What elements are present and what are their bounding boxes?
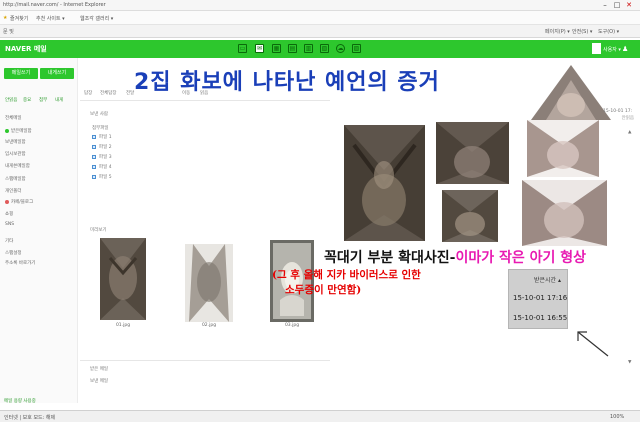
file-item[interactable]: 파일 5 [99,174,112,180]
inbox-icon[interactable]: ✉ [255,44,264,53]
mail-sidebar [0,58,78,403]
scroll-down-icon[interactable]: ▼ [628,360,631,365]
file-checkbox[interactable] [92,155,96,159]
sidebar-item-personal[interactable]: 개인폴더 [5,188,22,194]
sender-label: 보낸 사람 [90,112,108,117]
sidebar-item-spam-settings[interactable]: 스팸설정 [5,250,22,256]
sidebar-item-cafe[interactable]: 카페/블로그 [11,199,33,205]
large-photo [522,180,607,246]
browser-titlebar: http://mail.naver.com/ - Internet Explor… [0,0,640,11]
status-text: 인터넷 | 보호 모드: 해제 [4,415,56,421]
favorites-bar: ★ 즐겨찾기 추천 사이트 ▾ 웹조각 갤러리 ▾ [0,11,640,25]
zoom-level[interactable]: 100% [610,414,624,420]
browser-statusbar: 인터넷 | 보호 모드: 해제 100% [0,410,640,422]
thumbnail-image[interactable] [100,238,146,320]
page-menu[interactable]: 페이지(P) ▾ [545,28,570,35]
favorites-suggested[interactable]: 추천 사이트 ▾ [36,15,65,22]
screenshot-root: http://mail.naver.com/ - Internet Explor… [0,0,640,422]
sidebar-item-etc[interactable]: 기타 [5,238,13,244]
caption-black-text: 꼭대기 부분 확대사진- [324,250,456,266]
caption-red-line-2: 소두증이 만연함) [285,284,362,296]
write-to-self-button[interactable]: 내게쓰기 [40,68,74,79]
list-item[interactable]: 보낸 메일 [90,378,108,384]
received-time-value: 15-10-01 17:16 [513,294,568,302]
memo-icon[interactable]: ▧ [320,44,329,53]
folder-dot-icon [5,200,9,204]
quick-self[interactable]: 내게 [55,97,63,103]
sidebar-item-spam[interactable]: 스팸메일함 [5,176,26,182]
sidebar-item-drafts[interactable]: 임시보관함 [5,151,26,157]
file-checkbox[interactable] [92,165,96,169]
sidebar-item-all[interactable]: 전체메일 [5,115,22,121]
safety-menu[interactable]: 안전(S) ▾ [572,28,592,35]
favorites-label[interactable]: 즐겨찾기 [10,15,28,22]
thumbnail-caption: 02.jpg [201,323,217,328]
scroll-up-icon[interactable]: ▲ [628,130,631,135]
toolbar-reply[interactable]: 답장 [84,90,92,96]
thumbnail-image[interactable] [185,244,233,322]
avatar[interactable] [592,43,601,54]
sidebar-item-self[interactable]: 내게쓴메일함 [5,163,30,169]
sidebar-item-sent[interactable]: 보낸메일함 [5,139,26,145]
file-item[interactable]: 파일 4 [99,164,112,170]
sidebar-item-addressbook[interactable]: 주소록 바로가기 [5,260,35,266]
received-time-popup: 받은시간 ▴ 15-10-01 17:16 15-10-01 16:55 [508,269,568,329]
drive-icon[interactable]: ▨ [352,44,361,53]
write-mail-button[interactable]: 메일쓰기 [4,68,38,79]
overlay-caption-red: (그 후 올해 지카 바이러스로 인한 소두증이 만연함) [272,268,421,298]
naver-mail-logo[interactable]: NAVER 메일 [5,44,47,54]
annotation-arrow-icon [577,331,609,357]
caption-red-line-1: (그 후 올해 지카 바이러스로 인한 [272,269,421,281]
sidebar-item-inbox[interactable]: 받은메일함 [11,128,32,134]
sidebar-item-sns[interactable]: SNS [5,222,14,227]
cloud-icon[interactable]: ☁ [336,44,345,53]
contacts-icon[interactable]: ▤ [288,44,297,53]
large-photo [436,122,509,184]
favorites-webslice[interactable]: 웹조각 갤러리 ▾ [80,15,113,22]
large-photo [527,120,599,177]
user-menu[interactable]: 사용자 ▾ [603,46,621,53]
maximize-icon[interactable]: □ [612,1,622,10]
list-item[interactable]: 받은 메일 [90,366,108,372]
sidebar-item-shopping[interactable]: 쇼핑 [5,211,13,217]
quick-unread[interactable]: 안읽음 [5,97,17,103]
divider [80,360,330,361]
attachments-label: 첨부파일 [92,126,109,131]
quick-attach[interactable]: 첨부 [39,97,47,103]
tab-label[interactable]: 문 및 [3,28,14,35]
toolbar-reply-all[interactable]: 전체답장 [100,90,117,96]
large-photo [442,190,498,242]
file-item[interactable]: 파일 2 [99,144,112,150]
window-title: http://mail.naver.com/ - Internet Explor… [3,2,106,8]
date-partial: 15-10-01 17: [603,109,633,114]
received-time-header[interactable]: 받은시간 ▴ [534,275,561,284]
minimize-icon[interactable]: – [600,1,610,10]
file-checkbox[interactable] [92,145,96,149]
file-item[interactable]: 파일 3 [99,154,112,160]
favorites-star-icon[interactable]: ★ [3,15,7,21]
caption-pink-text: 이마가 작은 아기 형상 [455,250,587,266]
overlay-caption: 꼭대기 부분 확대사진-이마가 작은 아기 형상 [324,247,586,267]
sidebar-count: 안읽음 [621,116,634,121]
mail-icon[interactable]: ▭ [238,44,247,53]
thumbnail-caption: 03.jpg [284,323,300,328]
divider [80,100,330,101]
storage-usage: 메일 용량 사용중 [4,399,36,404]
inbox-dot-icon [5,129,9,133]
file-item[interactable]: 파일 1 [99,134,112,140]
file-checkbox[interactable] [92,175,96,179]
received-time-value: 15-10-01 16:55 [513,314,568,322]
preview-label: 미리보기 [90,228,107,233]
note-icon[interactable]: ▥ [304,44,313,53]
thumbnail-caption: 01.jpg [115,323,131,328]
tools-menu[interactable]: 도구(O) ▾ [598,28,619,35]
file-checkbox[interactable] [92,135,96,139]
overlay-headline: 2집 화보에 나타난 예언의 증거 [134,70,440,95]
large-photo [344,125,425,241]
close-icon[interactable]: ✕ [624,1,634,10]
calendar-icon[interactable]: ▦ [272,44,281,53]
quick-important[interactable]: 중요 [23,97,31,103]
command-bar: 문 및 페이지(P) ▾ 안전(S) ▾ 도구(O) ▾ [0,25,640,38]
bell-icon[interactable]: ♟ [622,45,628,53]
